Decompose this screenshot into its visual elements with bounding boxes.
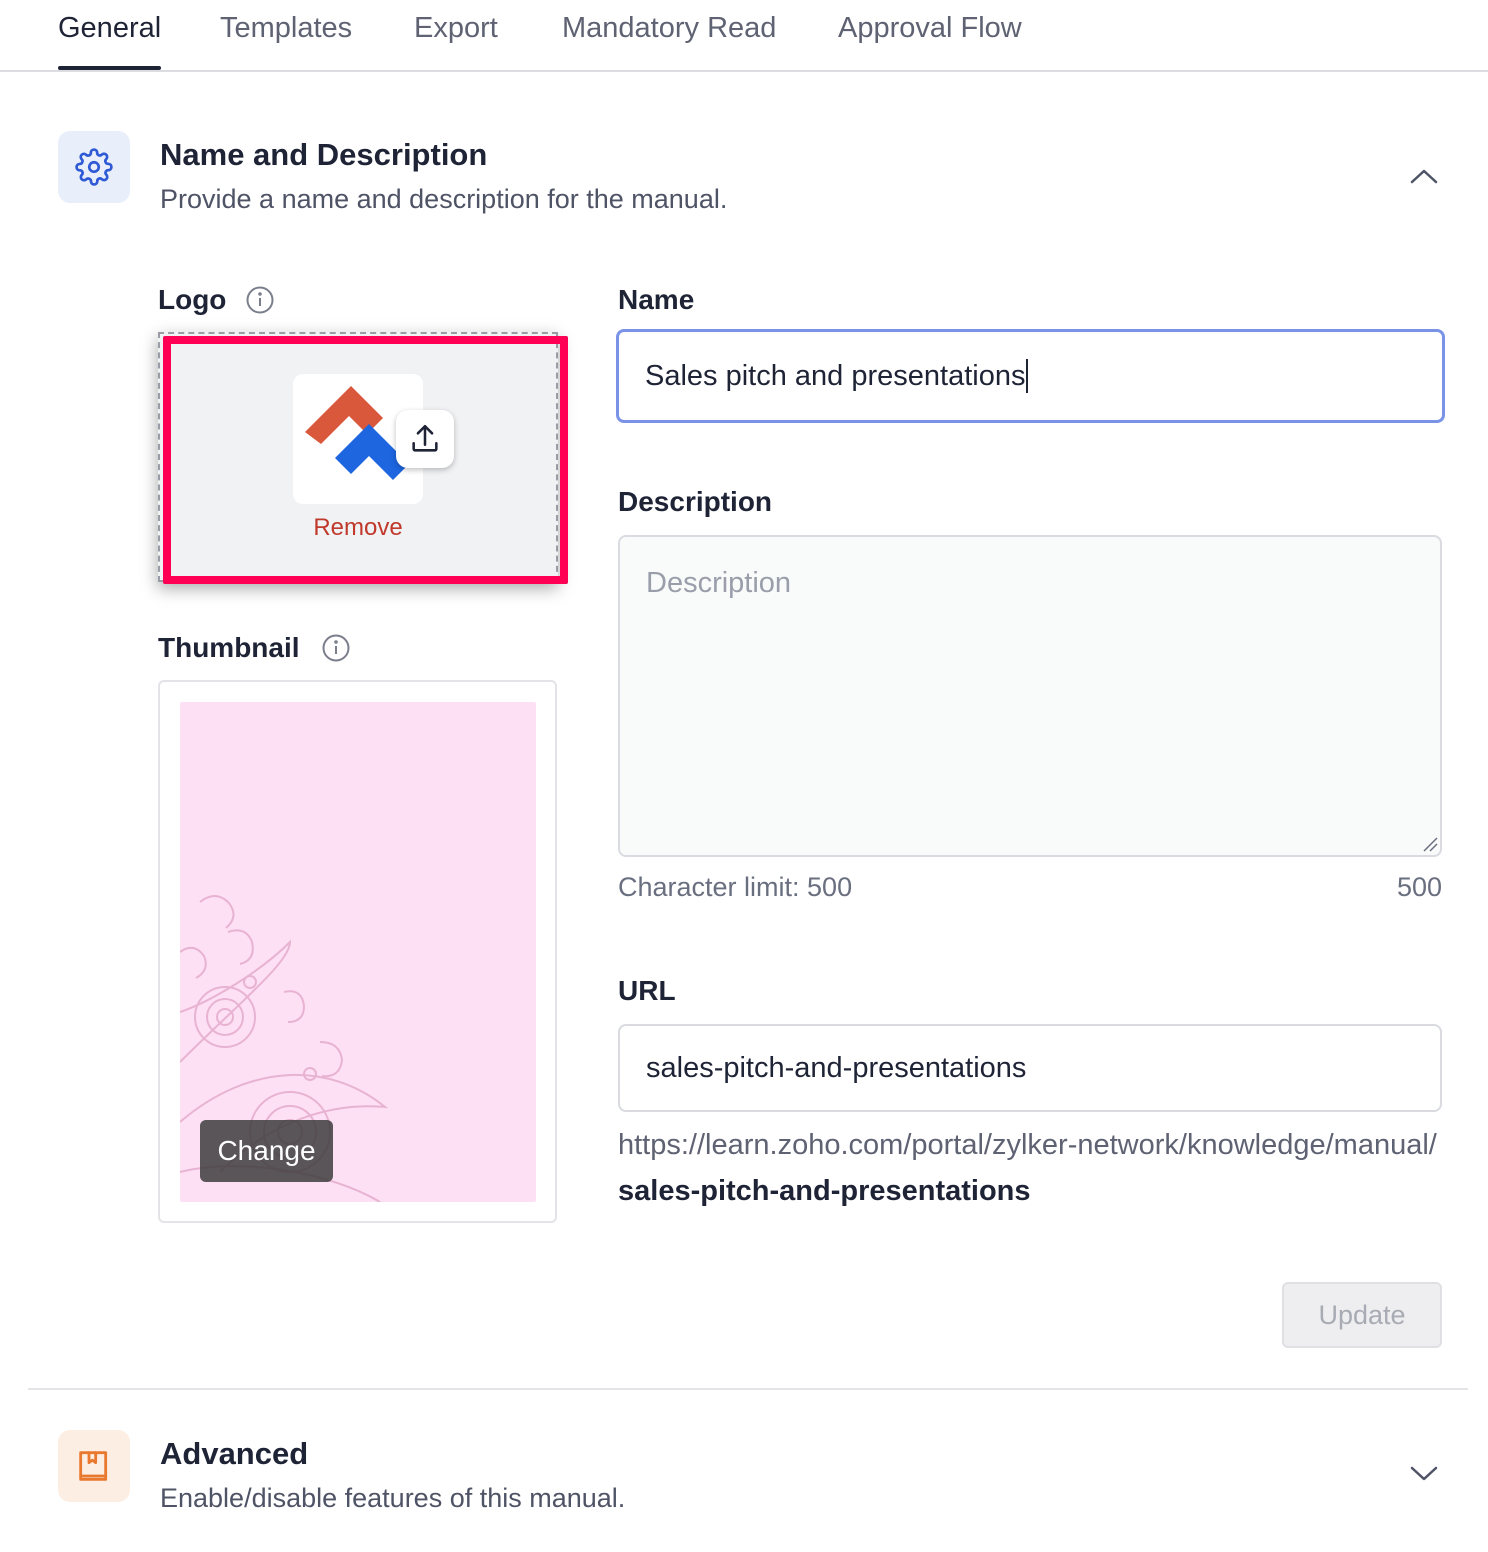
url-preview: https://learn.zoho.com/portal/zylker-net…	[618, 1122, 1446, 1214]
section-description: Provide a name and description for the m…	[160, 184, 728, 214]
name-input-value: Sales pitch and presentations	[645, 359, 1026, 392]
logo-label: Logo	[158, 284, 227, 315]
info-icon[interactable]	[321, 633, 351, 663]
url-label: URL	[618, 975, 676, 1006]
url-input[interactable]: sales-pitch-and-presentations	[618, 1024, 1442, 1112]
url-input-value: sales-pitch-and-presentations	[646, 1051, 1027, 1084]
tab-templates[interactable]: Templates	[220, 12, 352, 45]
description-placeholder: Description	[646, 567, 792, 599]
tab-export[interactable]: Export	[414, 12, 498, 45]
tab-mandatory-read[interactable]: Mandatory Read	[562, 12, 776, 45]
advanced-section-icon	[58, 1430, 130, 1502]
tab-general[interactable]: General	[58, 12, 161, 45]
advanced-title: Advanced	[160, 1436, 309, 1471]
text-cursor	[1026, 359, 1029, 393]
tab-approval-flow[interactable]: Approval Flow	[838, 12, 1022, 45]
resize-grip-icon[interactable]	[1422, 836, 1438, 852]
info-icon[interactable]	[245, 285, 275, 315]
update-button[interactable]: Update	[1282, 1282, 1442, 1348]
name-input[interactable]: Sales pitch and presentations	[616, 329, 1445, 423]
change-thumbnail-button[interactable]: Change	[200, 1120, 333, 1182]
settings-section-icon	[58, 131, 130, 203]
character-limit-text: Character limit: 500	[618, 872, 853, 902]
url-preview-base: https://learn.zoho.com/portal/zylker-net…	[618, 1129, 1437, 1161]
name-label: Name	[618, 284, 695, 315]
section-divider	[28, 1388, 1468, 1390]
gear-icon	[75, 148, 113, 186]
character-count: 500	[1396, 872, 1442, 902]
description-label: Description	[618, 486, 773, 517]
url-preview-slug: sales-pitch-and-presentations	[618, 1175, 1031, 1207]
book-icon	[79, 1451, 108, 1481]
highlight-box	[163, 336, 568, 584]
active-tab-indicator	[58, 66, 161, 70]
chevron-up-icon[interactable]	[1406, 164, 1442, 188]
tab-bar: General Templates Export Mandatory Read …	[0, 0, 1488, 72]
advanced-description: Enable/disable features of this manual.	[160, 1483, 626, 1513]
section-title: Name and Description	[160, 137, 488, 172]
thumbnail-label: Thumbnail	[158, 632, 300, 663]
chevron-down-icon[interactable]	[1406, 1462, 1442, 1486]
description-textarea[interactable]: Description	[618, 535, 1442, 857]
